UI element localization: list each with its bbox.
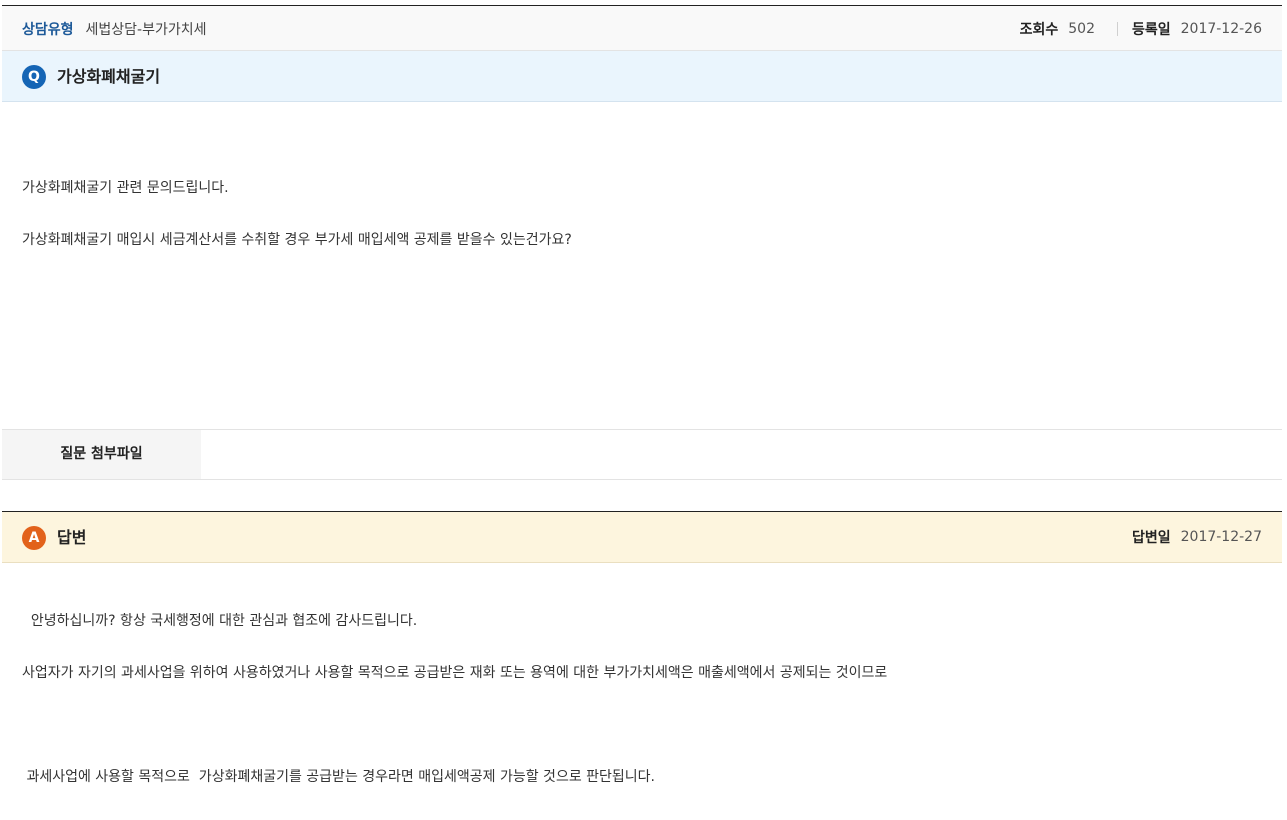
divider [1116, 21, 1118, 36]
question-attachment-label: 질문 첨부파일 [2, 430, 201, 479]
views-label: 조회수 [1019, 21, 1059, 38]
consult-type-value: 세법상담-부가가치세 [85, 21, 207, 38]
views-value: 502 [1068, 20, 1095, 37]
registered-date-label: 등록일 [1131, 21, 1171, 38]
answer-date-value: 2017-12-27 [1180, 529, 1262, 545]
question-header: Q 가상화폐채굴기 [2, 51, 1282, 102]
answer-paragraph: 사업자가 자기의 과세사업을 위하여 사용하였거나 사용할 목적으로 공급받은 … [22, 665, 888, 681]
answer-date: 답변일 2017-12-27 [1132, 512, 1262, 562]
meta-stats: 조회수 502 등록일 2017-12-26 [1020, 6, 1262, 51]
question-body: 가상화폐채굴기 관련 문의드립니다. 가상화폐채굴기 매입시 세금계산서를 수취… [22, 168, 572, 272]
answer-date-label: 답변일 [1131, 530, 1171, 546]
question-title: 가상화폐채굴기 [57, 67, 161, 86]
meta-bar: 상담유형 세법상담-부가가치세 조회수 502 등록일 2017-12-26 [2, 5, 1282, 51]
question-badge-icon: Q [22, 65, 46, 89]
answer-paragraph: 안녕하십니까? 항상 국세행정에 대한 관심과 협조에 감사드립니다. [22, 613, 418, 629]
registered-date-value: 2017-12-26 [1180, 20, 1262, 37]
answer-badge-icon: A [22, 526, 46, 550]
answer-title: 답변 [57, 528, 87, 547]
question-paragraph: 가상화폐채굴기 관련 문의드립니다. [22, 180, 229, 196]
question-attachment-row: 질문 첨부파일 [2, 429, 1282, 480]
answer-header: A 답변 답변일 2017-12-27 [2, 511, 1282, 563]
answer-paragraph: 과세사업에 사용할 목적으로 가상화폐채굴기를 공급받는 경우라면 매입세액공제… [22, 769, 655, 785]
consult-type-label: 상담유형 [22, 21, 74, 38]
question-paragraph: 가상화폐채굴기 매입시 세금계산서를 수취할 경우 부가세 매입세액 공제를 받… [22, 232, 572, 248]
consult-type: 상담유형 세법상담-부가가치세 [22, 6, 207, 51]
